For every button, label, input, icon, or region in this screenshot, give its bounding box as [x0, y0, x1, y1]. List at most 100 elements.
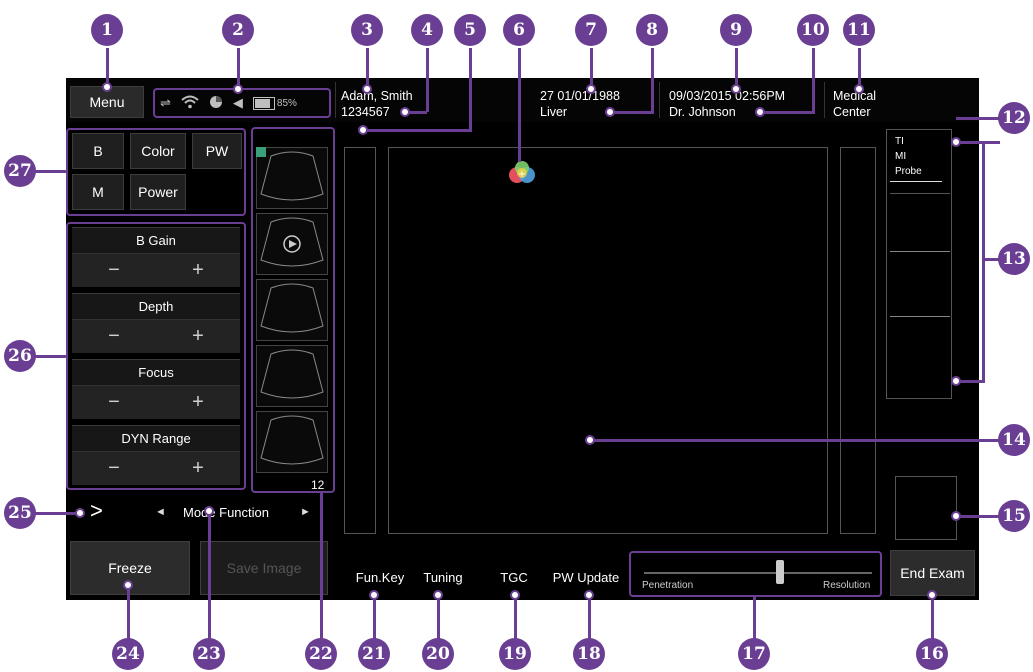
- mi-label: MI: [895, 151, 907, 162]
- thumbnail-5[interactable]: [256, 411, 328, 473]
- mode-m-button[interactable]: M: [72, 174, 124, 210]
- callout-line: [588, 596, 591, 644]
- callout-badge: 26: [4, 340, 36, 372]
- callout-badge: 12: [998, 102, 1030, 134]
- callout-line: [958, 515, 1000, 518]
- mode-b-button[interactable]: B: [72, 133, 124, 169]
- callout-dot: [731, 84, 741, 94]
- thumbnail-2-video[interactable]: [256, 213, 328, 275]
- callout-badge: 25: [4, 497, 36, 529]
- callout-line: [514, 596, 517, 644]
- thumbnail-count: 12: [311, 478, 325, 492]
- pw-update-button[interactable]: PW Update: [548, 570, 624, 585]
- usb-icon: ⇌: [160, 95, 171, 110]
- tgc-button[interactable]: TGC: [486, 570, 542, 585]
- volume-icon: ◀︎: [232, 95, 243, 110]
- callout-line: [610, 111, 654, 114]
- small-preview[interactable]: [895, 476, 957, 540]
- mode-power-button[interactable]: Power: [130, 174, 186, 210]
- b-gain-stepper: − +: [72, 253, 240, 287]
- prev-arrow-icon[interactable]: ◄: [155, 506, 166, 518]
- callout-dot: [369, 590, 379, 600]
- thumbnail-4[interactable]: [256, 345, 328, 407]
- divider: [890, 251, 950, 252]
- callout-dot: [400, 107, 410, 117]
- depth-stepper: − +: [72, 319, 240, 353]
- callout-line: [812, 48, 815, 112]
- focus-plus-button[interactable]: +: [192, 391, 204, 414]
- callout-line: [956, 117, 1000, 120]
- depth-minus-button[interactable]: −: [108, 325, 120, 348]
- b-gain-minus-button[interactable]: −: [108, 259, 120, 282]
- thumbnail-1[interactable]: [256, 147, 328, 209]
- callout-badge: 15: [998, 500, 1030, 532]
- next-arrow-icon[interactable]: ►: [300, 506, 311, 518]
- callout-badge: 22: [305, 638, 337, 670]
- depth-label: Depth: [72, 293, 240, 319]
- callout-dot: [951, 376, 961, 386]
- save-image-button[interactable]: Save Image: [200, 541, 328, 595]
- callout-dot: [123, 580, 133, 590]
- callout-line: [437, 596, 440, 644]
- dyn-range-plus-button[interactable]: +: [192, 457, 204, 480]
- divider: [890, 181, 942, 182]
- b-gain-label: B Gain: [72, 227, 240, 253]
- color-mode-icon: [256, 147, 266, 157]
- callout-line: [34, 170, 66, 173]
- mode-pw-button[interactable]: PW: [192, 133, 242, 169]
- callout-line: [753, 597, 756, 644]
- depth-plus-button[interactable]: +: [192, 325, 204, 348]
- callout-dot: [102, 82, 112, 92]
- callout-badge: 11: [843, 14, 875, 46]
- callout-badge: 5: [454, 14, 486, 46]
- callout-dot: [586, 84, 596, 94]
- callout-line: [735, 48, 738, 88]
- right-scale-bar: [840, 147, 876, 534]
- mode-color-button[interactable]: Color: [130, 133, 186, 169]
- battery-percent: 85%: [276, 97, 297, 109]
- callout-dot: [510, 590, 520, 600]
- callout-line: [590, 439, 1000, 442]
- callout-line: [958, 380, 985, 383]
- callout-line: [34, 355, 66, 358]
- dyn-range-stepper: − +: [72, 451, 240, 485]
- callout-dot: [854, 84, 864, 94]
- callout-dot: [433, 590, 443, 600]
- facility-line2: Center: [833, 105, 871, 119]
- thumbnail-3[interactable]: [256, 279, 328, 341]
- image-area[interactable]: [388, 147, 828, 534]
- callout-line: [469, 48, 472, 130]
- expand-button[interactable]: >: [90, 498, 103, 524]
- status-icons: ⇌ ◀︎ 85%: [160, 94, 297, 112]
- divider: [659, 82, 660, 118]
- b-gain-plus-button[interactable]: +: [192, 259, 204, 282]
- mode-function-label: Mode Function: [183, 505, 269, 520]
- callout-badge: 9: [720, 14, 752, 46]
- date-time: 09/03/2015 02:56PM: [669, 89, 786, 103]
- callout-line: [237, 48, 240, 88]
- tuning-button[interactable]: Tuning: [413, 570, 473, 585]
- callout-line: [34, 512, 80, 515]
- callout-badge: 23: [193, 638, 225, 670]
- callout-badge: 1: [91, 14, 123, 46]
- callout-badge: 16: [916, 638, 948, 670]
- focus-minus-button[interactable]: −: [108, 391, 120, 414]
- callout-dot: [605, 107, 615, 117]
- fun-key-button[interactable]: Fun.Key: [350, 570, 410, 585]
- dyn-range-label: DYN Range: [72, 425, 240, 451]
- divider: [824, 82, 825, 118]
- dyn-range-minus-button[interactable]: −: [108, 457, 120, 480]
- callout-badge: 7: [575, 14, 607, 46]
- callout-line: [760, 111, 815, 114]
- callout-line: [362, 129, 472, 132]
- slider-handle[interactable]: [776, 560, 784, 584]
- battery-icon: 85%: [252, 96, 297, 110]
- exam-type: Liver: [540, 105, 568, 119]
- divider: [890, 316, 950, 317]
- callout-line: [590, 48, 593, 88]
- callout-badge: 27: [4, 155, 36, 187]
- focus-label: Focus: [72, 359, 240, 385]
- callout-dot: [584, 590, 594, 600]
- ti-label: TI: [895, 136, 904, 147]
- callout-line: [127, 585, 130, 644]
